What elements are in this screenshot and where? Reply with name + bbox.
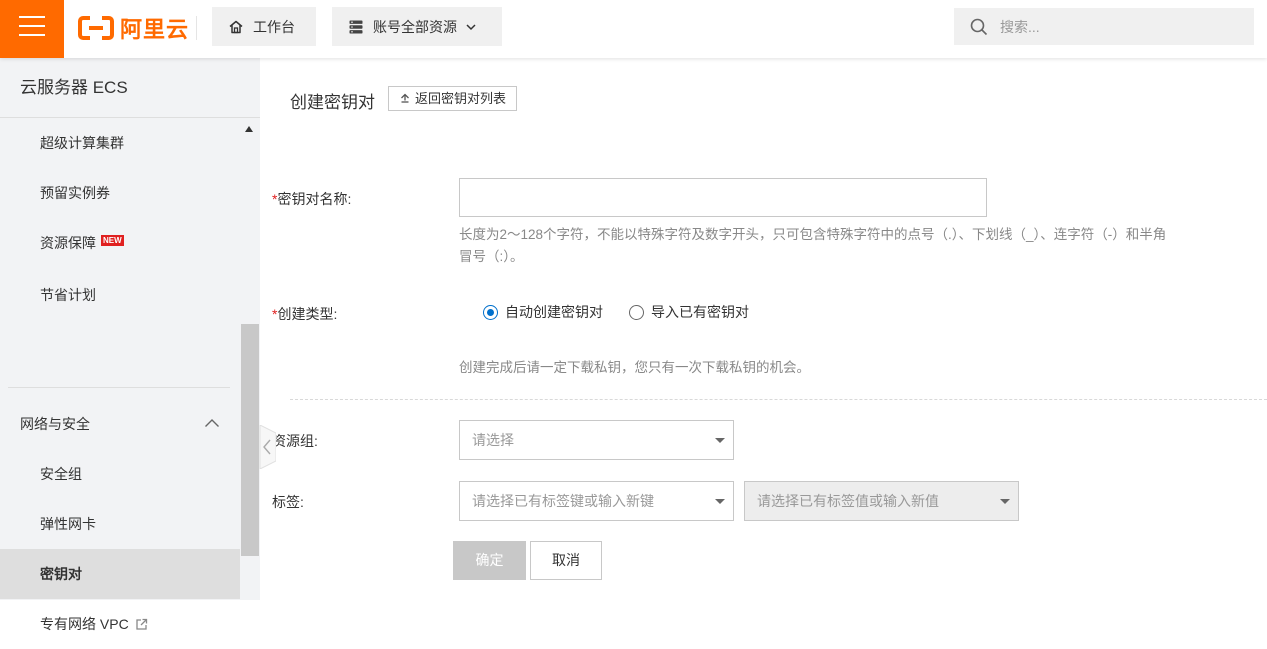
aliyun-logo[interactable]: 阿里云: [78, 14, 189, 42]
sidebar-item-vpc[interactable]: 专有网络 VPC: [0, 599, 240, 649]
sidebar-scrollbar[interactable]: [240, 118, 260, 600]
select-placeholder: 请选择: [472, 432, 514, 448]
caret-down-icon: [715, 438, 725, 443]
sidebar-divider: [8, 387, 230, 388]
top-bar: 阿里云 工作台 账号全部资源: [0, 0, 1267, 58]
menu-icon[interactable]: [0, 0, 64, 58]
sidebar-item-security-group[interactable]: 安全组: [0, 449, 240, 499]
back-to-list-button[interactable]: 返回密钥对列表: [388, 86, 518, 111]
home-icon: [229, 20, 243, 33]
import-existing-radio[interactable]: 导入已有密钥对: [629, 302, 749, 322]
caret-down-icon: [715, 499, 725, 504]
radio-label: 导入已有密钥对: [651, 304, 749, 320]
sidebar-item-label: 安全组: [40, 466, 82, 482]
sidebar: 云服务器 ECS 超级计算集群 预留实例券 资源保障 NEW 节省计划 网络与安全…: [0, 58, 260, 632]
sidebar-item-supercomputing-cluster[interactable]: 超级计算集群: [0, 118, 240, 168]
scroll-up-arrow-icon[interactable]: [245, 126, 253, 132]
key-pair-name-hint: 长度为2～128个字符，不能以特殊字符及数字开头，只可包含特殊字符中的点号（.）…: [459, 224, 1267, 268]
hint-line: 长度为2～128个字符，不能以特殊字符及数字开头，只可包含特殊字符中的点号（.）…: [459, 227, 1167, 242]
select-placeholder: 请选择已有标签键或输入新键: [472, 493, 654, 509]
sidebar-item-eni[interactable]: 弹性网卡: [0, 499, 240, 549]
page-title: 创建密钥对: [290, 93, 375, 112]
sidebar-item-savings-plan[interactable]: 节省计划: [0, 270, 240, 320]
radio-checked-icon: [483, 304, 498, 320]
select-placeholder: 请选择已有标签值或输入新值: [757, 493, 939, 509]
sidebar-item-key-pair[interactable]: 密钥对: [0, 549, 240, 599]
main-content: 创建密钥对 返回密钥对列表 *密钥对名称: 长度为2～128个字符，不能以特殊字…: [260, 58, 1267, 600]
section-divider: [290, 399, 1267, 400]
key-pair-name-label: *密钥对名称:: [272, 189, 351, 209]
sidebar-group-network-security[interactable]: 网络与安全: [0, 398, 240, 450]
search-input[interactable]: [1000, 18, 1230, 35]
creation-type-radio-group: 自动创建密钥对 导入已有密钥对: [483, 302, 775, 322]
sidebar-item-label: 弹性网卡: [40, 516, 96, 532]
sidebar-group-label: 网络与安全: [20, 416, 90, 432]
label-text: 密钥对名称:: [277, 191, 352, 207]
caret-down-icon: [1000, 499, 1010, 504]
tag-value-select: 请选择已有标签值或输入新值: [744, 481, 1019, 521]
new-badge: NEW: [101, 234, 124, 246]
tag-key-select[interactable]: 请选择已有标签键或输入新键: [459, 481, 734, 521]
resource-group-label: 资源组:: [272, 433, 318, 449]
cancel-button[interactable]: 取消: [530, 541, 602, 580]
creation-type-hint: 创建完成后请一定下载私钥，您只有一次下载私钥的机会。: [459, 360, 810, 375]
resources-dropdown[interactable]: 账号全部资源: [332, 7, 502, 46]
tag-label: 标签:: [272, 494, 304, 510]
header-divider: [196, 16, 197, 40]
chevron-left-icon: [259, 424, 277, 470]
sidebar-item-label: 资源保障: [40, 235, 96, 251]
sidebar-collapse-handle[interactable]: [256, 424, 277, 470]
workbench-label: 工作台: [253, 18, 295, 35]
sidebar-item-label: 专有网络 VPC: [40, 616, 129, 632]
back-button-label: 返回密钥对列表: [415, 91, 507, 106]
sidebar-item-resource-assurance[interactable]: 资源保障 NEW: [0, 218, 240, 268]
chevron-up-icon: [205, 419, 219, 427]
sidebar-item-label: 节省计划: [40, 287, 96, 303]
hint-line: 冒号（:）。: [459, 249, 524, 264]
sidebar-item-reserved-instance[interactable]: 预留实例券: [0, 168, 240, 218]
sidebar-title: 云服务器 ECS: [0, 58, 260, 118]
sidebar-item-label: 密钥对: [40, 566, 82, 582]
aliyun-logo-icon: [78, 16, 114, 40]
chevron-down-icon: [466, 23, 476, 30]
auto-create-radio[interactable]: 自动创建密钥对: [483, 302, 603, 322]
external-link-icon: [136, 618, 147, 630]
server-icon: [349, 20, 363, 33]
label-text: 创建类型:: [277, 306, 338, 322]
radio-label: 自动创建密钥对: [505, 304, 603, 320]
workbench-button[interactable]: 工作台: [212, 7, 316, 46]
radio-unchecked-icon: [629, 304, 644, 320]
search-box[interactable]: [954, 8, 1254, 45]
confirm-button[interactable]: 确定: [453, 541, 526, 580]
search-icon: [970, 18, 988, 35]
resource-group-select[interactable]: 请选择: [459, 420, 734, 460]
sidebar-item-label: 预留实例券: [40, 185, 110, 201]
key-pair-name-input[interactable]: [459, 178, 987, 217]
brand-name: 阿里云: [120, 17, 190, 42]
resources-label: 账号全部资源: [373, 18, 457, 35]
sidebar-item-label: 超级计算集群: [40, 135, 124, 151]
creation-type-label: *创建类型:: [272, 304, 337, 324]
upload-icon: [401, 93, 409, 103]
